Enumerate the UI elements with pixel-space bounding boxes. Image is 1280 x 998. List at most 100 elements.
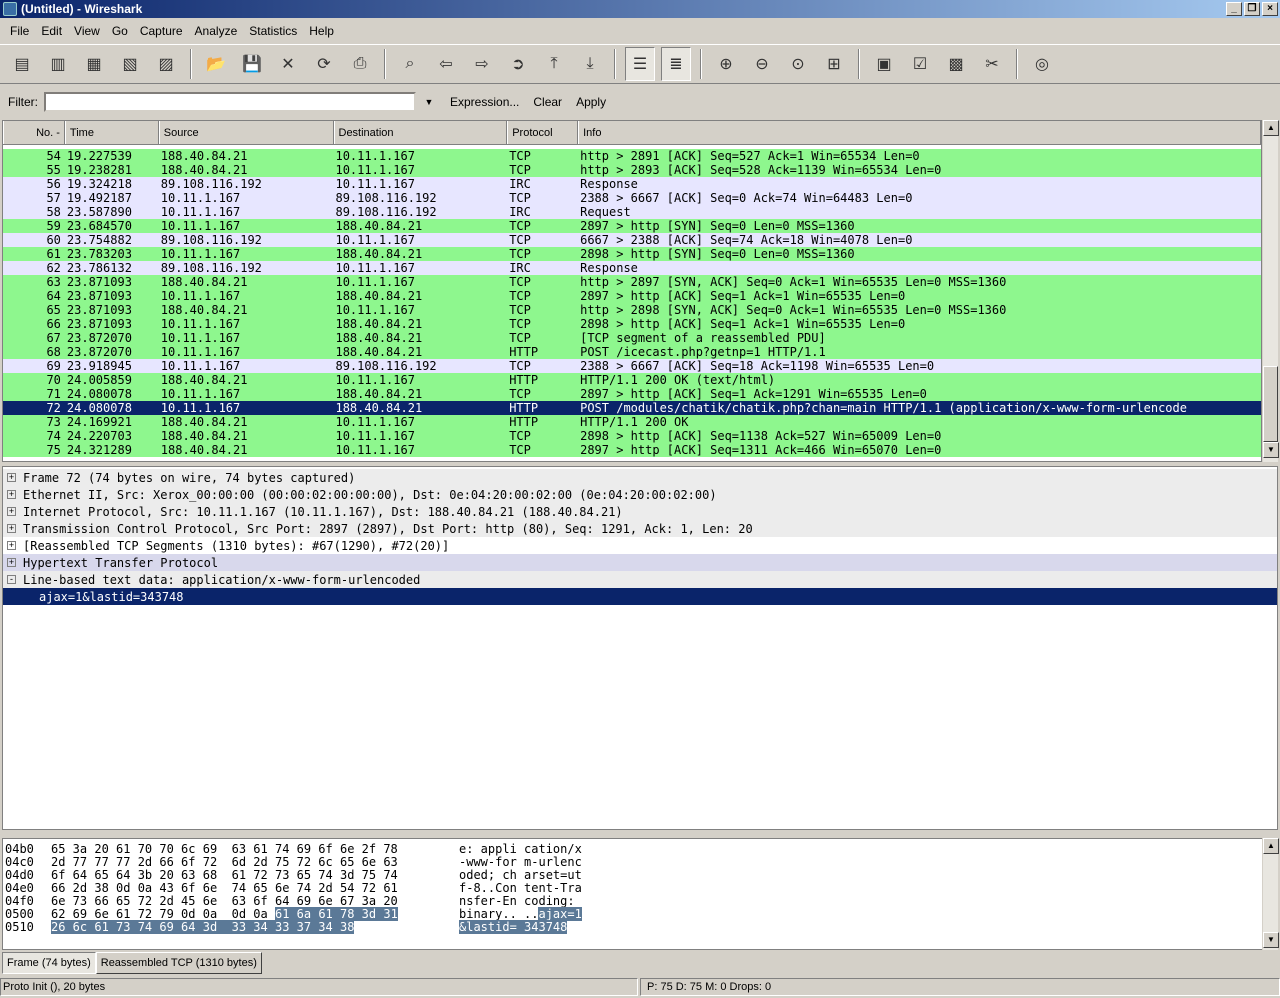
apply-button[interactable]: Apply xyxy=(576,95,606,109)
detail-row[interactable]: + Transmission Control Protocol, Src Port… xyxy=(3,520,1277,537)
cell-no: 68 xyxy=(46,345,61,359)
column-info[interactable]: Info xyxy=(578,121,1261,144)
column-protocol[interactable]: Protocol xyxy=(507,121,579,144)
bytes-scroll-up-icon[interactable]: ▲ xyxy=(1263,838,1279,854)
help-icon[interactable]: ◎ xyxy=(1027,47,1057,81)
scroll-up-icon[interactable]: ▲ xyxy=(1263,120,1279,136)
bytes-scroll-down-icon[interactable]: ▼ xyxy=(1263,932,1279,948)
save-icon[interactable]: 💾 xyxy=(237,47,267,81)
maximize-button[interactable]: ❐ xyxy=(1244,2,1260,16)
detail-row[interactable]: + Internet Protocol, Src: 10.11.1.167 (10… xyxy=(3,503,1277,520)
print-icon[interactable]: ⎙ xyxy=(345,47,375,81)
minimize-button[interactable]: _ xyxy=(1226,2,1242,16)
menu-go[interactable]: Go xyxy=(106,24,134,38)
table-row[interactable]: 57 19.492187 10.11.1.167 89.108.116.192 TCP 2… xyxy=(3,191,1261,205)
table-row[interactable]: 72 24.080078 10.11.1.167 188.40.84.21 HTTP PO… xyxy=(3,401,1261,415)
go-last-icon[interactable]: ⤓ xyxy=(575,47,605,81)
table-row[interactable]: 73 24.169921 188.40.84.21 10.11.1.167 HTTP HT… xyxy=(3,415,1261,429)
menu-analyze[interactable]: Analyze xyxy=(189,24,244,38)
packet-bytes[interactable]: 04b0 65 3a 20 61 70 70 6c 69 63 61 74 69 … xyxy=(2,838,1278,950)
column-source[interactable]: Source xyxy=(158,121,334,144)
detail-row[interactable]: + [Reassembled TCP Segments (1310 bytes):… xyxy=(3,537,1277,554)
capture-filters-icon[interactable]: ▣ xyxy=(869,47,899,81)
restart-capture-icon[interactable]: ▨ xyxy=(151,47,181,81)
table-row[interactable]: 65 23.871093 188.40.84.21 10.11.1.167 TCP htt… xyxy=(3,303,1261,317)
scroll-down-icon[interactable]: ▼ xyxy=(1263,442,1279,458)
table-row[interactable]: 64 23.871093 10.11.1.167 188.40.84.21 TCP 289… xyxy=(3,289,1261,303)
table-row[interactable]: 70 24.005859 188.40.84.21 10.11.1.167 HTTP HT… xyxy=(3,373,1261,387)
capture-options-icon[interactable]: ▥ xyxy=(43,47,73,81)
packet-list[interactable]: No. - Time Source Destination Protocol I… xyxy=(2,120,1262,462)
clear-button[interactable]: Clear xyxy=(533,95,562,109)
go-to-packet-icon[interactable]: ➲ xyxy=(503,47,533,81)
menu-statistics[interactable]: Statistics xyxy=(243,24,303,38)
table-row[interactable]: 60 23.754882 89.108.116.192 10.11.1.167 TCP 6… xyxy=(3,233,1261,247)
start-capture-icon[interactable]: ▦ xyxy=(79,47,109,81)
zoom-in-icon[interactable]: ⊕ xyxy=(711,47,741,81)
table-row[interactable]: 69 23.918945 10.11.1.167 89.108.116.192 TCP 2… xyxy=(3,359,1261,373)
interfaces-icon[interactable]: ▤ xyxy=(7,47,37,81)
resize-columns-icon[interactable]: ⊞ xyxy=(819,47,849,81)
table-row[interactable]: 75 24.321289 188.40.84.21 10.11.1.167 TCP 289… xyxy=(3,443,1261,457)
table-row[interactable]: 66 23.871093 10.11.1.167 188.40.84.21 TCP 289… xyxy=(3,317,1261,331)
table-row[interactable]: 68 23.872070 10.11.1.167 188.40.84.21 HTTP PO… xyxy=(3,345,1261,359)
expand-icon[interactable]: + xyxy=(7,541,16,550)
detail-row[interactable]: + Hypertext Transfer Protocol xyxy=(3,554,1277,571)
display-filters-icon[interactable]: ☑ xyxy=(905,47,935,81)
column-time[interactable]: Time xyxy=(64,121,159,144)
packet-details[interactable]: + Frame 72 (74 bytes on wire, 74 bytes ca… xyxy=(2,466,1278,830)
filter-input[interactable] xyxy=(44,92,416,112)
detail-row[interactable]: ajax=1&lastid=343748 xyxy=(3,588,1277,605)
collapse-icon[interactable]: - xyxy=(7,575,16,584)
menu-capture[interactable]: Capture xyxy=(134,24,189,38)
go-first-icon[interactable]: ⤒ xyxy=(539,47,569,81)
column-destination[interactable]: Destination xyxy=(333,121,508,144)
menu-view[interactable]: View xyxy=(68,24,106,38)
detail-row[interactable]: - Line-based text data: application/x-www… xyxy=(3,571,1277,588)
preferences-icon[interactable]: ✂ xyxy=(977,47,1007,81)
scroll-thumb[interactable] xyxy=(1263,366,1278,442)
column-no[interactable]: No. - xyxy=(3,121,65,144)
table-row[interactable]: 74 24.220703 188.40.84.21 10.11.1.167 TCP 289… xyxy=(3,429,1261,443)
table-row[interactable]: 58 23.587890 10.11.1.167 89.108.116.192 IRC R… xyxy=(3,205,1261,219)
menu-file[interactable]: File xyxy=(4,24,35,38)
coloring-rules-icon[interactable]: ▩ xyxy=(941,47,971,81)
go-back-icon[interactable]: ⇦ xyxy=(431,47,461,81)
find-packet-icon[interactable]: ⌕ xyxy=(395,47,425,81)
expand-icon[interactable]: + xyxy=(7,524,16,533)
table-row[interactable]: 62 23.786132 89.108.116.192 10.11.1.167 IRC R… xyxy=(3,261,1261,275)
table-row[interactable]: 67 23.872070 10.11.1.167 188.40.84.21 TCP [TC… xyxy=(3,331,1261,345)
table-row[interactable]: 71 24.080078 10.11.1.167 188.40.84.21 TCP 289… xyxy=(3,387,1261,401)
zoom-normal-icon[interactable]: ⊙ xyxy=(783,47,813,81)
detail-row[interactable]: + Ethernet II, Src: Xerox_00:00:00 (00:00… xyxy=(3,486,1277,503)
table-row[interactable]: 54 19.227539 188.40.84.21 10.11.1.167 TCP htt… xyxy=(3,149,1261,163)
expand-icon[interactable]: + xyxy=(7,507,16,516)
expand-icon[interactable]: + xyxy=(7,490,16,499)
go-forward-icon[interactable]: ⇨ xyxy=(467,47,497,81)
zoom-out-icon[interactable]: ⊖ xyxy=(747,47,777,81)
expand-icon[interactable]: + xyxy=(7,558,16,567)
expression-button[interactable]: Expression... xyxy=(450,95,519,109)
filter-dropdown-icon[interactable]: ▼ xyxy=(422,93,436,111)
menu-edit[interactable]: Edit xyxy=(35,24,68,38)
tab-reassembled-tcp[interactable]: Reassembled TCP (1310 bytes) xyxy=(95,952,262,974)
close-button[interactable]: × xyxy=(1262,2,1278,16)
table-row[interactable]: 59 23.684570 10.11.1.167 188.40.84.21 TCP 289… xyxy=(3,219,1261,233)
menu-help[interactable]: Help xyxy=(303,24,340,38)
stop-capture-icon[interactable]: ▧ xyxy=(115,47,145,81)
close-file-icon[interactable]: ✕ xyxy=(273,47,303,81)
cell-no: 65 xyxy=(46,303,61,317)
packet-list-scrollbar[interactable]: ▲ ▼ xyxy=(1262,120,1279,462)
detail-row[interactable]: + Frame 72 (74 bytes on wire, 74 bytes ca… xyxy=(3,469,1277,486)
table-row[interactable]: 61 23.783203 10.11.1.167 188.40.84.21 TCP 289… xyxy=(3,247,1261,261)
bytes-scrollbar[interactable]: ▲ ▼ xyxy=(1262,838,1279,950)
colorize-icon[interactable]: ☰ xyxy=(625,47,655,81)
tab-frame[interactable]: Frame (74 bytes) xyxy=(2,952,96,974)
expand-icon[interactable]: + xyxy=(7,473,16,482)
reload-icon[interactable]: ⟳ xyxy=(309,47,339,81)
table-row[interactable]: 63 23.871093 188.40.84.21 10.11.1.167 TCP htt… xyxy=(3,275,1261,289)
open-icon[interactable]: 📂 xyxy=(201,47,231,81)
auto-scroll-icon[interactable]: ≣ xyxy=(661,47,691,81)
table-row[interactable]: 55 19.238281 188.40.84.21 10.11.1.167 TCP htt… xyxy=(3,163,1261,177)
table-row[interactable]: 56 19.324218 89.108.116.192 10.11.1.167 IRC R… xyxy=(3,177,1261,191)
